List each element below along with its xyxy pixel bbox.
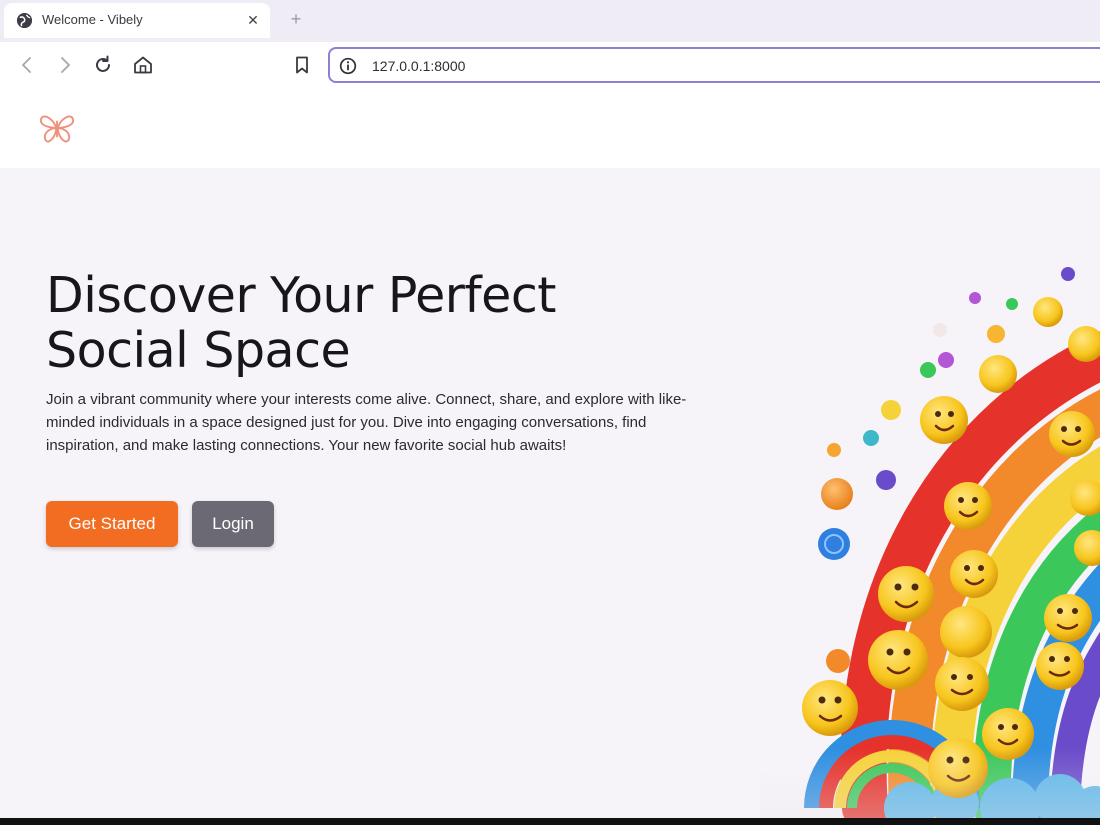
tab-strip: Welcome - Vibely ✕ +	[0, 0, 1100, 42]
hero-description: Join a vibrant community where your inte…	[46, 391, 687, 454]
browser-window: Welcome - Vibely ✕ + 127.0.0.1:8000 Disc…	[0, 0, 1100, 818]
tab-welcome[interactable]: Welcome - Vibely ✕	[4, 3, 270, 38]
headline-line-2: Social Space	[46, 322, 351, 379]
forward-arrow-icon[interactable]	[54, 54, 76, 76]
reload-icon[interactable]	[92, 54, 114, 76]
tab-title: Welcome - Vibely	[42, 12, 143, 27]
new-tab-button[interactable]: +	[286, 8, 306, 30]
login-button[interactable]: Login	[192, 501, 274, 547]
address-bar[interactable]: 127.0.0.1:8000	[328, 47, 1100, 83]
close-icon[interactable]: ✕	[244, 10, 262, 30]
bookmark-icon[interactable]	[291, 54, 313, 76]
hero-section: Discover Your Perfect Social Space Join …	[0, 168, 1100, 818]
hero-headline: Discover Your Perfect Social Space	[46, 268, 686, 378]
headline-line-1: Discover Your Perfect	[46, 267, 556, 324]
browser-toolbar: 127.0.0.1:8000	[0, 42, 1100, 90]
butterfly-logo[interactable]	[38, 112, 76, 146]
back-arrow-icon[interactable]	[16, 54, 38, 76]
rainbow-emoji-illustration	[760, 267, 1100, 818]
info-icon[interactable]	[339, 57, 357, 75]
home-icon[interactable]	[132, 54, 154, 76]
url-text[interactable]: 127.0.0.1:8000	[372, 58, 465, 74]
globe-icon	[16, 12, 33, 29]
get-started-button[interactable]: Get Started	[46, 501, 178, 547]
site-header	[0, 90, 1100, 168]
